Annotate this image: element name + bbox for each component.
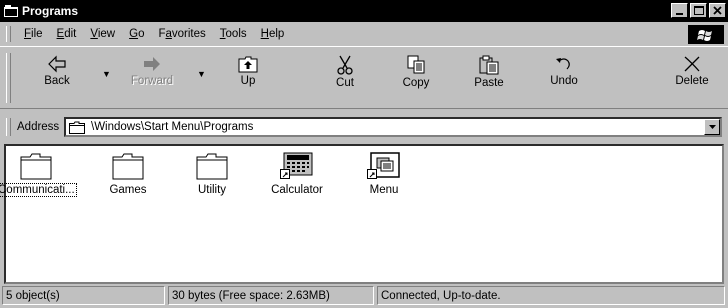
undo-button[interactable]: Undo [534,51,594,103]
shortcut-item-calculator[interactable]: Calculator [257,152,337,196]
menu-go[interactable]: Go [122,28,151,40]
windows-logo [688,25,724,44]
paste-button[interactable]: Paste [459,51,519,103]
forward-arrow-icon [144,57,160,71]
forward-dropdown-arrow[interactable]: ▼ [197,69,206,79]
maximize-button[interactable] [690,3,707,18]
back-arrow-icon [48,55,66,73]
menu-shortcut-icon [367,152,400,179]
folder-icon [20,153,52,180]
item-label: Utility [197,184,227,196]
address-bar: Address \Windows\Start Menu\Programs [0,113,728,141]
close-icon [713,6,722,15]
status-connection: Connected, Up-to-date. [377,286,725,305]
menu-view[interactable]: View [83,28,122,40]
address-dropdown-button[interactable] [704,119,720,135]
status-free-space: 30 bytes (Free space: 2.63MB) [168,286,374,305]
status-object-count: 5 object(s) [2,286,165,305]
scissors-icon [337,55,353,75]
address-label: Address [17,121,60,133]
forward-button[interactable]: Forward [122,51,182,103]
delete-x-icon [684,56,700,72]
menu-help[interactable]: Help [254,28,292,40]
maximize-icon [693,6,704,15]
menu-bar: File Edit View Go Favorites Tools Help [0,23,728,45]
undo-label: Undo [550,75,578,87]
folder-item-communications[interactable]: Communicati... [0,152,77,197]
folder-item-games[interactable]: Games [88,152,168,196]
item-label: Calculator [271,184,323,196]
folder-item-utility[interactable]: Utility [172,152,252,196]
item-label: Communicati... [0,183,77,197]
clipboard-icon [479,55,499,75]
folder-icon [69,121,85,134]
folder-icon [112,153,144,180]
close-button[interactable] [709,3,726,18]
up-label: Up [240,75,256,87]
folder-app-icon [4,5,18,17]
addressbar-grip[interactable] [6,118,11,136]
status-bar: 5 object(s) 30 bytes (Free space: 2.63MB… [0,286,728,308]
delete-label: Delete [675,75,709,87]
undo-icon [556,58,570,70]
toolbar-grip[interactable] [6,53,11,103]
back-button[interactable]: Back [27,51,87,103]
address-input[interactable]: \Windows\Start Menu\Programs [64,117,722,137]
calculator-shortcut-icon [280,152,313,179]
item-label: Menu [369,184,399,196]
cut-label: Cut [336,77,354,89]
copy-label: Copy [402,77,430,89]
back-dropdown-arrow[interactable]: ▼ [102,69,111,79]
delete-button[interactable]: Delete [662,51,722,103]
paste-label: Paste [474,77,504,89]
windows-flag-icon [697,29,712,41]
cut-button[interactable]: Cut [315,51,375,103]
up-button[interactable]: Up [218,51,278,103]
chevron-down-icon [708,125,716,129]
minimize-button[interactable] [671,3,688,18]
menu-tools[interactable]: Tools [213,28,254,40]
shortcut-item-menu[interactable]: Menu [344,152,424,196]
explorer-window: Programs File Edit View Go Favorites Too… [0,0,728,308]
copy-icon [407,55,425,74]
folder-icon [196,153,228,180]
address-value: \Windows\Start Menu\Programs [91,121,254,133]
window-title: Programs [22,4,79,18]
menubar-grip[interactable] [6,26,11,42]
file-list-pane[interactable]: Communicati... Games Utility Calculator … [0,144,724,284]
minimize-icon [675,12,683,15]
copy-button[interactable]: Copy [386,51,446,103]
standard-toolbar: Back ▼ Forward ▼ Up Cut Copy Paste Undo … [0,46,728,109]
item-label: Games [109,184,147,196]
menu-file[interactable]: File [17,28,50,40]
menu-edit[interactable]: Edit [50,28,84,40]
back-label: Back [44,75,70,87]
up-folder-icon [238,56,258,73]
menu-favorites[interactable]: Favorites [151,28,212,40]
forward-label: Forward [130,75,174,87]
title-bar[interactable]: Programs [0,0,728,22]
